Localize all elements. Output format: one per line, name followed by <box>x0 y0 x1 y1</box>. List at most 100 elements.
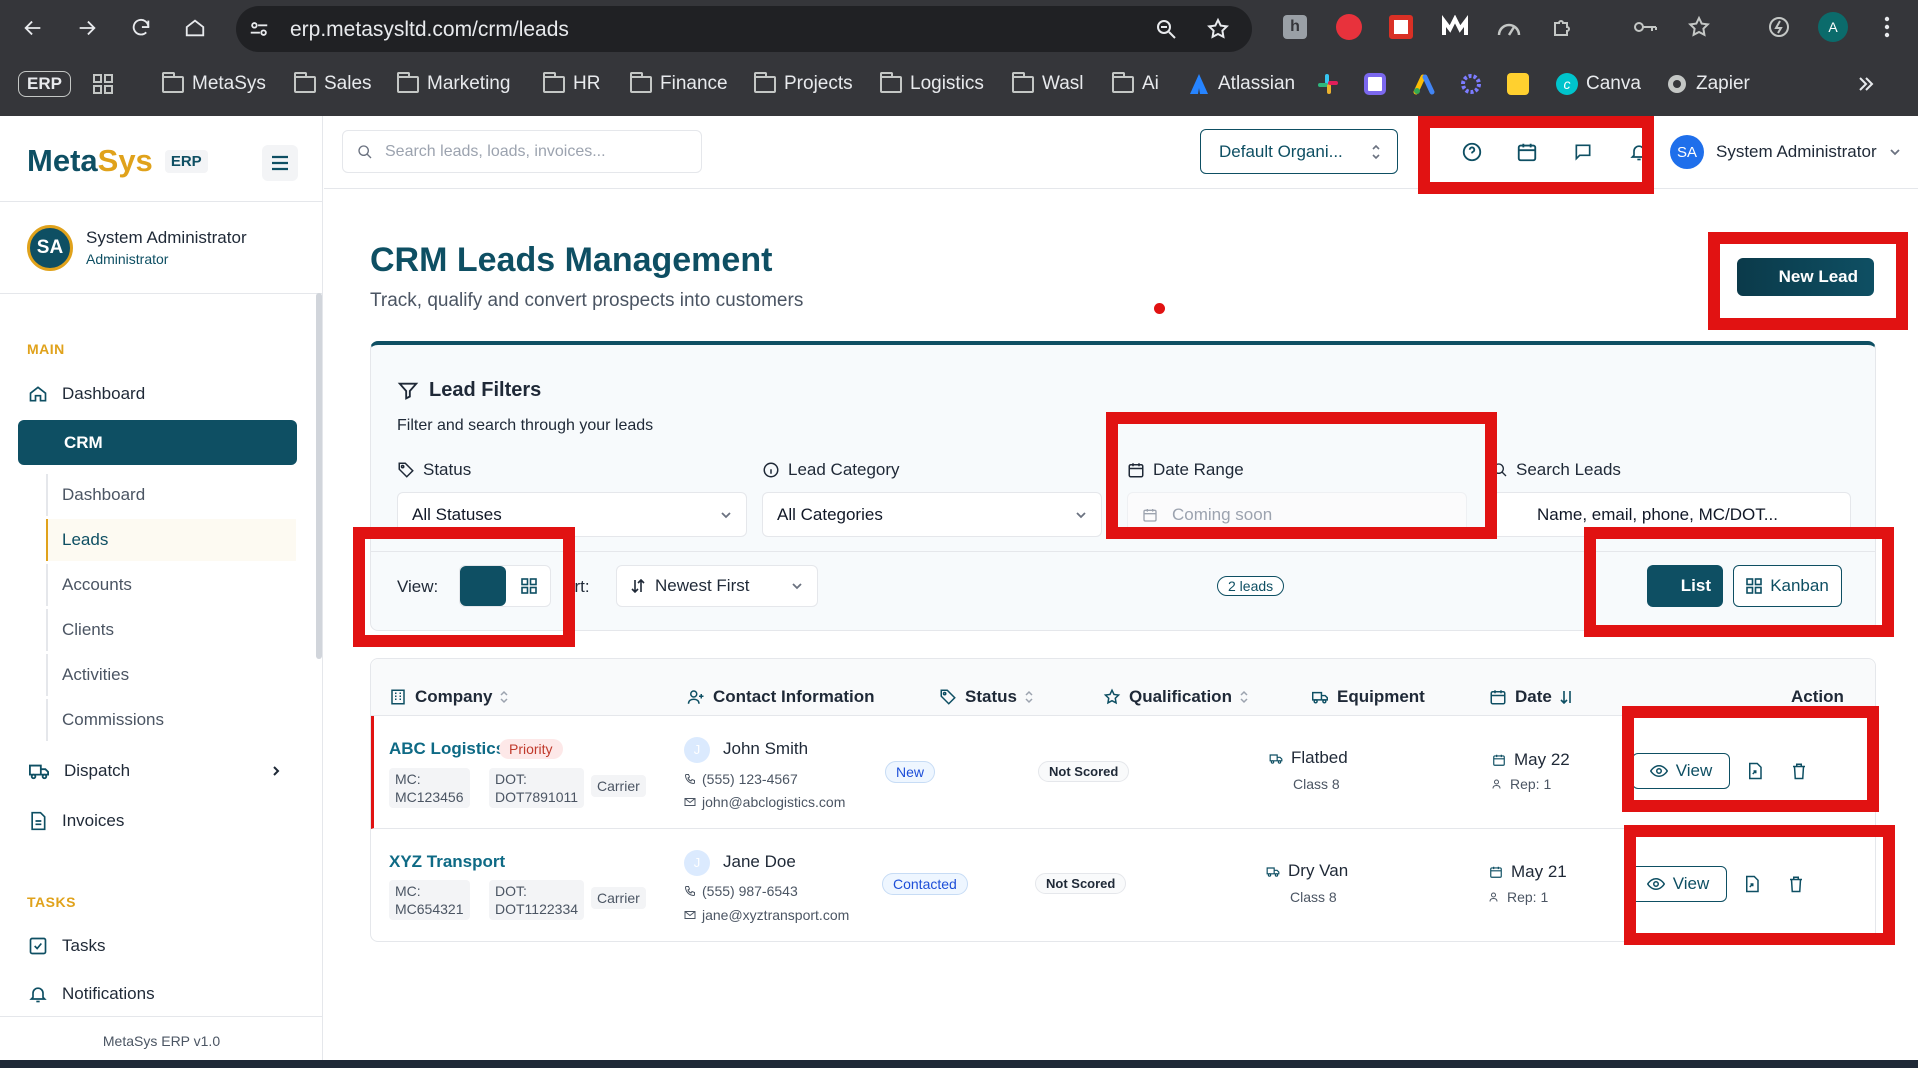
view-lead-button[interactable]: View <box>1629 866 1727 902</box>
search-placeholder: Search leads, loads, invoices... <box>385 142 606 160</box>
sidebar-item-invoices[interactable]: Invoices <box>28 800 296 842</box>
status-select[interactable]: All Statuses <box>397 492 747 537</box>
view-list-button[interactable] <box>460 566 506 606</box>
save-extension-icon[interactable] <box>1384 10 1418 44</box>
bookmark-label: Finance <box>660 73 728 94</box>
performance-icon[interactable] <box>1762 10 1796 44</box>
status-filter-label: Status <box>397 460 471 480</box>
site-info-icon[interactable] <box>248 18 270 40</box>
column-header-status[interactable]: Status <box>939 687 1033 707</box>
favorites-star-icon[interactable] <box>1682 10 1716 44</box>
view-lead-button[interactable]: View <box>1632 753 1730 789</box>
bookmark-folder[interactable]: Projects <box>754 68 853 100</box>
bookmark-folder[interactable]: Marketing <box>397 68 510 100</box>
search-leads-input[interactable]: Name, email, phone, MC/DOT... <box>1492 492 1851 537</box>
more-bookmarks-icon[interactable] <box>1856 68 1876 100</box>
adblock-extension-icon[interactable] <box>1332 10 1366 44</box>
extensions-puzzle-icon[interactable] <box>1546 10 1580 44</box>
calendar-button[interactable] <box>1513 138 1541 166</box>
url-text[interactable]: erp.metasysltd.com/crm/leads <box>290 18 569 42</box>
notifications-button[interactable] <box>1625 138 1653 166</box>
bookmark-star-icon[interactable] <box>1206 17 1230 41</box>
speed-extension-icon[interactable] <box>1492 10 1526 44</box>
status-badge: New <box>885 761 936 783</box>
sidebar-subitem-crm-dashboard[interactable]: Dashboard <box>46 474 296 516</box>
bookmark-folder[interactable]: Ai <box>1112 68 1159 100</box>
hubspot-extension-icon[interactable]: h <box>1278 10 1312 44</box>
bookmark-label: Logistics <box>910 73 984 94</box>
column-header-company[interactable]: Company <box>389 687 508 707</box>
user-menu[interactable]: SA System Administrator <box>1670 134 1901 170</box>
help-button[interactable] <box>1458 138 1486 166</box>
sidebar-subitem-commissions[interactable]: Commissions <box>46 699 296 741</box>
address-bar[interactable]: erp.metasysltd.com/crm/leads <box>236 6 1252 52</box>
sort-select[interactable]: Newest First <box>616 565 818 607</box>
global-search-input[interactable]: Search leads, loads, invoices... <box>342 130 702 173</box>
reload-icon[interactable] <box>124 11 158 45</box>
delete-lead-button[interactable] <box>1785 873 1807 895</box>
convert-lead-button[interactable] <box>1741 873 1763 895</box>
bell-icon <box>1630 145 1648 161</box>
table-row[interactable]: ABC Logistics Priority MC: MC123456 DOT: D… <box>371 716 1875 829</box>
bookmark-folder[interactable]: Logistics <box>880 68 984 100</box>
messages-button[interactable] <box>1569 138 1597 166</box>
company-name-link[interactable]: XYZ Transport <box>389 852 505 872</box>
sidebar-item-dashboard[interactable]: Dashboard <box>28 373 296 415</box>
kanban-view-button[interactable]: Kanban <box>1733 565 1842 607</box>
bookmark-folder[interactable]: MetaSys <box>162 68 266 100</box>
sidebar-item-dispatch[interactable]: Dispatch <box>28 750 296 792</box>
sidebar-subitem-clients[interactable]: Clients <box>46 609 296 651</box>
bookmark-folder[interactable]: Sales <box>294 68 372 100</box>
zoom-icon[interactable] <box>1154 17 1178 41</box>
sidebar-scrollbar[interactable] <box>316 293 322 659</box>
category-select[interactable]: All Categories <box>762 492 1102 537</box>
eye-icon <box>1649 764 1668 778</box>
bookmark-folder[interactable]: Finance <box>630 68 728 100</box>
sort-updown-icon <box>1025 690 1033 704</box>
convert-lead-button[interactable] <box>1744 760 1766 782</box>
back-icon[interactable] <box>16 11 50 45</box>
bookmark-zapier[interactable]: Zapier <box>1666 68 1750 100</box>
bookmark-canva[interactable]: c Canva <box>1556 68 1641 100</box>
sidebar-item-tasks[interactable]: Tasks <box>28 925 296 967</box>
clickup-bookmark-icon[interactable] <box>1364 68 1386 100</box>
password-key-icon[interactable] <box>1628 10 1662 44</box>
forward-icon[interactable] <box>70 11 104 45</box>
status-badge: Contacted <box>882 873 968 895</box>
sidebar-subitem-accounts[interactable]: Accounts <box>46 564 296 606</box>
organization-select[interactable]: Default Organi... <box>1200 129 1398 174</box>
calendar-icon <box>1490 866 1502 878</box>
sidebar-item-notifications[interactable]: Notifications <box>28 973 296 1015</box>
profile-avatar[interactable]: A <box>1816 10 1850 44</box>
malwarebytes-extension-icon[interactable] <box>1438 10 1472 44</box>
new-lead-button[interactable]: New Lead <box>1737 258 1874 296</box>
sidebar-toggle-button[interactable] <box>262 145 298 181</box>
view-grid-button[interactable] <box>506 566 552 606</box>
delete-lead-button[interactable] <box>1788 760 1810 782</box>
miro-bookmark-icon[interactable] <box>1507 68 1529 100</box>
sidebar-item-crm[interactable]: CRM <box>18 420 297 465</box>
column-header-qualification[interactable]: Qualification <box>1103 687 1248 707</box>
sidebar-subitem-activities[interactable]: Activities <box>46 654 296 696</box>
sidebar-subitem-leads[interactable]: Leads <box>46 519 296 561</box>
burst-bookmark-icon[interactable] <box>1460 68 1482 100</box>
apps-grid-icon[interactable] <box>92 68 114 100</box>
calendar-icon <box>1143 508 1157 522</box>
bookmark-folder[interactable]: HR <box>543 68 600 100</box>
date-range-input[interactable]: Coming soon <box>1127 492 1467 537</box>
browser-menu-icon[interactable] <box>1870 10 1904 44</box>
google-ads-bookmark-icon[interactable] <box>1413 68 1435 100</box>
home-icon[interactable] <box>178 11 212 45</box>
page-title: CRM Leads Management <box>370 241 773 279</box>
bookmark-erp[interactable]: ERP <box>18 68 71 100</box>
bookmark-folder[interactable]: Wasl <box>1012 68 1084 100</box>
logo[interactable]: Meta Sys ERP <box>27 143 208 179</box>
lead-filters-card: Lead Filters Filter and search through y… <box>370 341 1876 631</box>
table-row[interactable]: XYZ Transport MC: MC654321 DOT: DOT1122334… <box>371 830 1875 941</box>
slack-bookmark-icon[interactable] <box>1317 68 1339 100</box>
list-view-button[interactable]: List <box>1647 565 1723 607</box>
bookmark-atlassian[interactable]: Atlassian <box>1188 68 1295 100</box>
column-header-date[interactable]: Date <box>1489 687 1574 707</box>
company-name-link[interactable]: ABC Logistics <box>389 739 505 759</box>
rep-text: Rep: 1 <box>1510 776 1552 792</box>
